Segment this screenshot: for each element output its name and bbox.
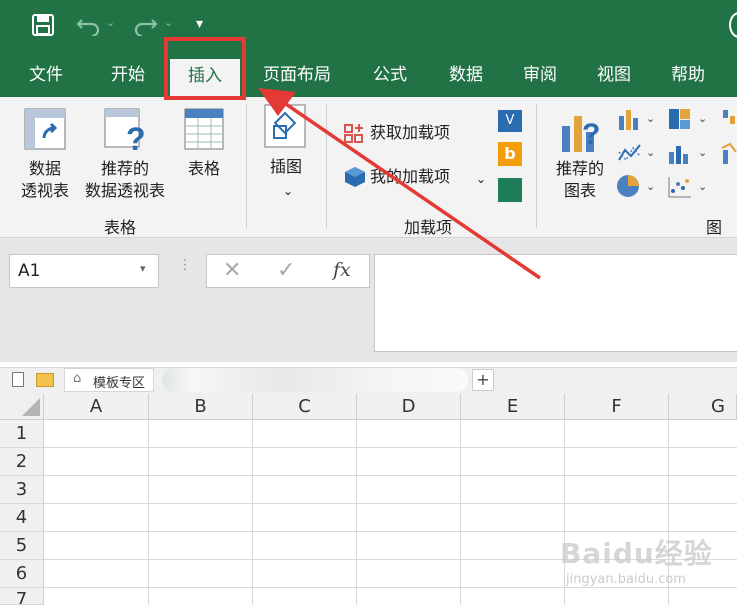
watermark-url: jingyan.baidu.com: [566, 572, 686, 587]
annotation-arrow: [258, 88, 541, 280]
watermark-brand: Baidu经验: [560, 537, 713, 570]
